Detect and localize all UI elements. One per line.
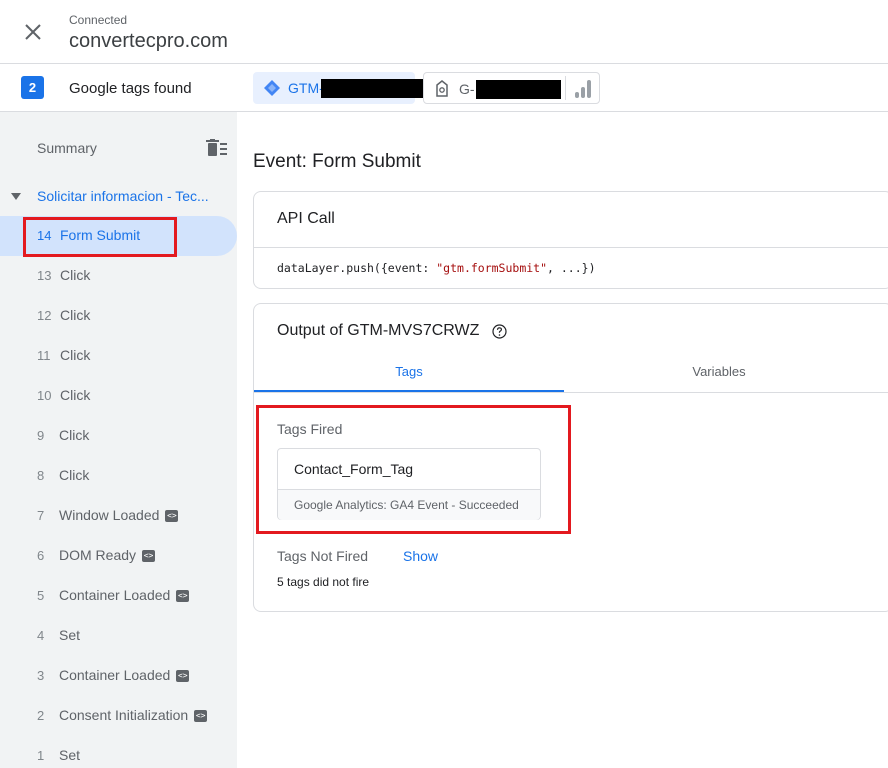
event-name: Click [59,427,89,443]
help-icon[interactable] [492,324,507,339]
clear-history-icon[interactable] [206,139,228,157]
event-name-text: Click [59,427,90,443]
event-name: Container Loaded <> [59,587,190,603]
code-icon: <> [165,510,179,523]
event-item[interactable]: 10 Click [0,376,237,416]
analytics-bars-icon [575,80,591,98]
code-icon: <> [142,550,156,563]
code-icon: <> [176,590,190,603]
event-item[interactable]: 3 Container Loaded <> [0,656,237,696]
event-number: 2 [37,708,45,723]
event-name-text: Consent Initialization [59,707,189,723]
event-number: 9 [37,428,45,443]
header: Connected convertecpro.com [0,0,888,64]
event-name-text: Click [60,387,91,403]
event-name-text: DOM Ready [59,547,137,563]
divider [254,392,888,393]
event-item[interactable]: 11 Click [0,336,237,376]
event-number: 10 [37,388,52,403]
event-name: Set [59,747,80,763]
event-item[interactable]: 1 Set [0,736,237,768]
event-item[interactable]: 9 Click [0,416,237,456]
gtag-icon [436,80,448,97]
ga-chip-label: G- [459,81,475,97]
event-number: 1 [37,748,45,763]
tags-found-label: Google tags found [69,80,192,97]
highlight-box [23,217,177,257]
divider [254,247,888,248]
event-item[interactable]: 5 Container Loaded <> [0,576,237,616]
close-icon[interactable] [20,19,46,45]
api-call-code: dataLayer.push({event: "gtm.formSubmit",… [277,261,596,275]
api-call-title: API Call [277,210,335,227]
event-number: 5 [37,588,45,603]
gtm-container-chip[interactable]: GTM- [253,72,463,104]
event-item[interactable]: 8 Click [0,456,237,496]
redacted-id [476,80,561,99]
event-item[interactable]: 2 Consent Initialization <> [0,696,237,736]
event-name-text: Click [60,347,91,363]
ga-tag-chip[interactable]: G- [423,72,600,104]
gtm-chip-label: GTM- [288,80,324,96]
event-number: 3 [37,668,45,683]
event-name: Click [60,347,90,363]
event-number: 4 [37,628,45,643]
event-number: 8 [37,468,45,483]
chip-divider [565,76,566,100]
tab-variables[interactable]: Variables [564,352,874,392]
domain-title: convertecpro.com [69,30,228,52]
tags-not-fired-label: Tags Not Fired [277,548,369,564]
event-name-text: Click [59,467,90,483]
api-call-card: API Call dataLayer.push({event: "gtm.for… [253,191,888,289]
page-group-label[interactable]: Solicitar informacion - Tec... [37,188,229,204]
event-number: 7 [37,508,45,523]
event-number: 6 [37,548,45,563]
event-item[interactable]: 7 Window Loaded <> [0,496,237,536]
event-name: Click [59,467,89,483]
event-name: Window Loaded <> [59,507,179,523]
output-title: Output of GTM-MVS7CRWZ [277,322,480,339]
code-icon: <> [176,670,190,683]
event-name-text: Click [60,267,91,283]
summary-item[interactable]: Summary [37,140,97,156]
event-item[interactable]: 6 DOM Ready <> [0,536,237,576]
event-name-text: Set [59,627,81,643]
collapse-arrow-icon[interactable] [11,193,21,201]
not-fired-count: 5 tags did not fire [277,575,370,589]
event-name: Click [60,387,90,403]
event-number: 11 [37,348,51,363]
event-name-text: Window Loaded [59,507,160,523]
highlight-box [256,405,571,534]
event-name-text: Container Loaded [59,667,171,683]
event-name: Click [60,307,90,323]
tab-tags[interactable]: Tags [254,352,564,392]
event-number: 13 [37,268,52,283]
event-name-text: Container Loaded [59,587,171,603]
event-title: Event: Form Submit [253,151,421,172]
tag-count-badge: 2 [21,76,44,99]
event-name-text: Click [60,307,91,323]
code-icon: <> [194,710,208,723]
event-item[interactable]: 4 Set [0,616,237,656]
event-name: Click [60,267,90,283]
gtm-diamond-icon [264,80,280,96]
event-number: 12 [37,308,52,323]
connection-status: Connected [69,13,128,27]
event-name: Set [59,627,80,643]
event-item[interactable]: 12 Click [0,296,237,336]
event-item[interactable]: 13 Click [0,256,237,296]
event-name: Container Loaded <> [59,667,190,683]
event-name: DOM Ready <> [59,547,156,563]
event-name: Consent Initialization <> [59,707,208,723]
show-not-fired-link[interactable]: Show [403,548,438,564]
event-name-text: Set [59,747,81,763]
